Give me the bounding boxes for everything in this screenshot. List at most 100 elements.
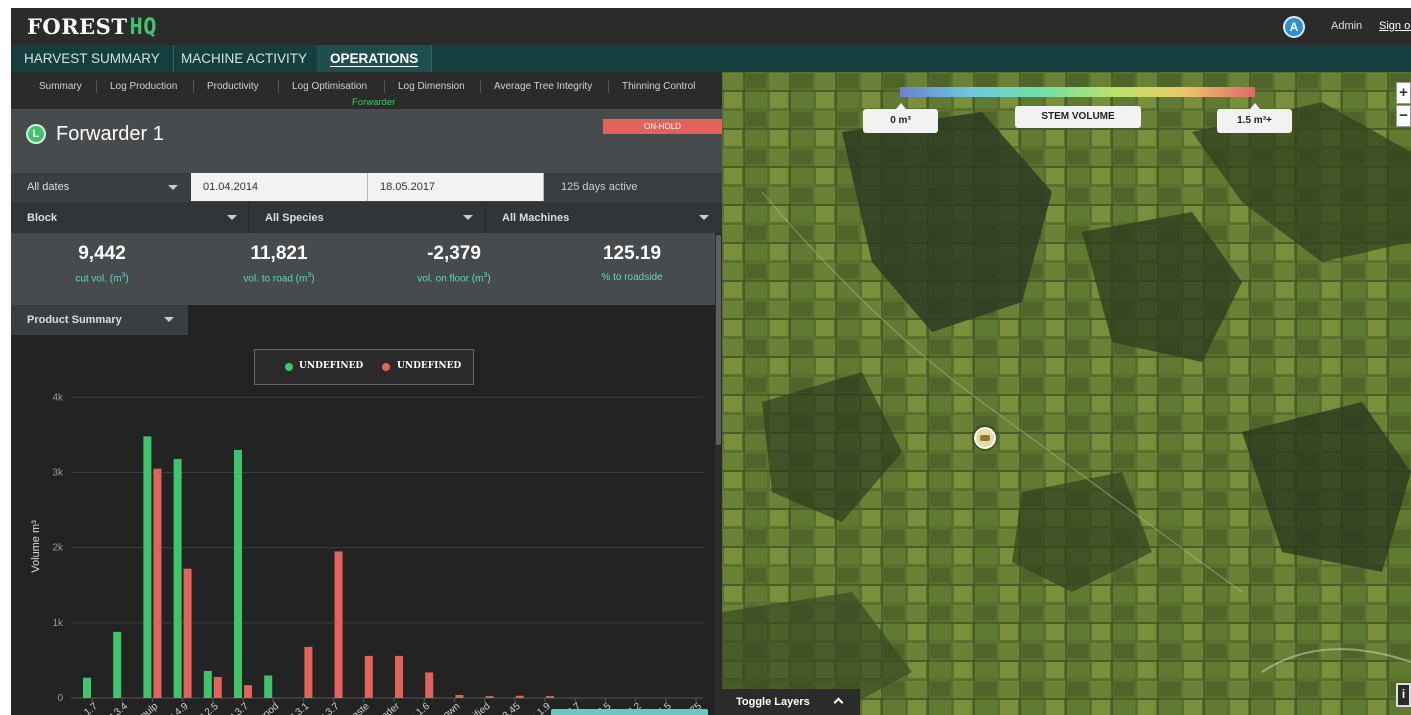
date-range-dropdown[interactable]: All dates — [11, 173, 191, 201]
chart-bar — [173, 458, 182, 698]
chart-bar — [153, 468, 162, 698]
subnav-average-tree-integrity[interactable]: Average Tree Integrity — [494, 81, 592, 92]
chevron-down-icon — [227, 215, 237, 220]
zoom-in-button[interactable]: + — [1396, 82, 1411, 104]
y-tick-label: 2k — [52, 543, 64, 554]
stats-summary: 9,442 cut vol. (m3) 11,821 vol. to road … — [11, 233, 722, 305]
sign-out-link[interactable]: Sign out — [1379, 20, 1411, 32]
chart-bar — [203, 670, 212, 698]
satellite-map[interactable]: 0 m³ STEM VOLUME 1.5 m³+ + − Toggle Laye… — [722, 72, 1411, 715]
subnav-thinning-control[interactable]: Thinning Control — [622, 81, 695, 92]
divider — [480, 80, 481, 93]
machines-dropdown[interactable]: All Machines — [486, 202, 722, 234]
chart-bar — [546, 696, 554, 698]
product-summary-dropdown[interactable]: Product Summary — [11, 305, 188, 335]
subnav-forwarder[interactable]: Forwarder — [352, 97, 395, 108]
x-tick-label: firewood — [245, 701, 281, 715]
machine-location-marker[interactable] — [974, 427, 996, 449]
scale-max-label: 1.5 m³+ — [1217, 109, 1292, 133]
toggle-layers-label: Toggle Layers — [736, 696, 810, 708]
chart-bar — [395, 655, 403, 698]
chart-bar — [334, 551, 343, 698]
chart-bar — [113, 631, 122, 698]
stem-volume-scale-bar — [900, 87, 1255, 97]
scale-title: STEM VOLUME — [1015, 106, 1141, 128]
stat-label: vol. to road (m3) — [243, 272, 315, 285]
days-active-label: 125 days active — [561, 181, 638, 193]
chart-bar — [425, 672, 434, 698]
x-tick-label: waste — [344, 701, 372, 715]
subnav-productivity[interactable]: Productivity — [207, 81, 259, 92]
app-root: FORESTHQ A Admin Sign out HARVEST SUMMAR… — [0, 0, 1411, 715]
action-button[interactable] — [551, 709, 708, 715]
chevron-down-icon — [463, 215, 473, 220]
toggle-layers-button[interactable]: Toggle Layers — [722, 689, 860, 715]
chart-bar — [515, 695, 524, 698]
y-tick-label: 3k — [52, 467, 64, 478]
y-tick-label: 4k — [52, 392, 64, 403]
chart-bar — [143, 436, 152, 698]
machine-header: L Forwarder 1 ON-HOLD — [11, 109, 722, 173]
chart-bar — [244, 685, 252, 698]
panel-scrollbar[interactable] — [715, 233, 722, 715]
end-date-input[interactable] — [368, 173, 544, 201]
stat-percent-to-roadside: 125.19 % to roadside — [547, 243, 717, 283]
chart-bar — [83, 677, 91, 698]
status-badge: ON-HOLD — [603, 119, 722, 134]
operations-panel: Summary Log Production Productivity Log … — [11, 72, 722, 715]
chevron-down-icon — [164, 317, 174, 322]
block-dropdown[interactable]: Block — [11, 202, 248, 234]
x-tick-label: stake 1.7 — [62, 701, 100, 715]
machines-label: All Machines — [502, 212, 570, 224]
chart-bar — [304, 646, 313, 698]
chart-bar — [364, 655, 373, 698]
chart-bar — [183, 568, 192, 698]
product-summary-label: Product Summary — [27, 314, 122, 326]
info-button[interactable]: i — [1396, 683, 1411, 707]
chevron-down-icon — [168, 185, 178, 190]
zoom-out-button[interactable]: − — [1396, 105, 1411, 127]
divider — [608, 80, 609, 93]
scrollbar-thumb[interactable] — [716, 235, 721, 445]
chevron-down-icon — [699, 215, 709, 220]
chevron-up-icon — [833, 697, 844, 708]
date-filter-row: All dates 125 days active — [11, 173, 722, 201]
selection-filter-row: Block All Species All Machines — [11, 201, 722, 234]
stat-label: cut vol. (m3) — [75, 272, 129, 285]
divider — [384, 80, 385, 93]
machine-type-badge: L — [26, 124, 46, 144]
chart-legend: UNDEFINED UNDEFINED — [254, 349, 474, 385]
user-name: Admin — [1331, 20, 1363, 32]
map-imagery — [722, 72, 1411, 715]
app-logo[interactable]: FORESTHQ — [27, 14, 157, 40]
subnav-log-dimension[interactable]: Log Dimension — [398, 81, 465, 92]
legend-swatch — [382, 363, 390, 371]
y-axis-label: Volume m³ — [30, 520, 42, 573]
divider — [96, 80, 97, 93]
nav-tab-machine-activity[interactable]: MACHINE ACTIVITY — [168, 45, 322, 72]
date-range-label: All dates — [27, 181, 70, 193]
nav-tab-harvest-summary[interactable]: HARVEST SUMMARY — [11, 45, 174, 72]
stat-value: -2,379 — [427, 243, 481, 264]
main-nav: HARVEST SUMMARY MACHINE ACTIVITY OPERATI… — [11, 45, 1411, 72]
y-tick-label: 0 — [57, 693, 63, 704]
y-tick-label: 1k — [52, 618, 64, 629]
x-tick-label: pulp — [139, 701, 161, 715]
subnav-log-optimisation[interactable]: Log Optimisation — [292, 81, 367, 92]
scale-min-label: 0 m³ — [863, 109, 938, 133]
user-avatar[interactable]: A — [1283, 16, 1305, 38]
chart-bar — [213, 676, 222, 698]
stat-volume-on-floor: -2,379 vol. on floor (m3) — [369, 243, 539, 284]
block-label: Block — [27, 212, 57, 224]
nav-tab-operations[interactable]: OPERATIONS — [317, 45, 433, 72]
subnav-summary[interactable]: Summary — [39, 81, 82, 92]
legend-label[interactable]: UNDEFINED — [397, 361, 461, 371]
stat-value: 11,821 — [250, 243, 308, 264]
start-date-input[interactable] — [191, 173, 368, 201]
legend-label[interactable]: UNDEFINED — [299, 361, 363, 371]
stat-value: 125.19 — [602, 243, 662, 264]
species-dropdown[interactable]: All Species — [249, 202, 485, 234]
subnav-log-production[interactable]: Log Production — [110, 81, 177, 92]
stat-value: 9,442 — [78, 243, 126, 264]
stat-label: vol. on floor (m3) — [417, 272, 491, 285]
